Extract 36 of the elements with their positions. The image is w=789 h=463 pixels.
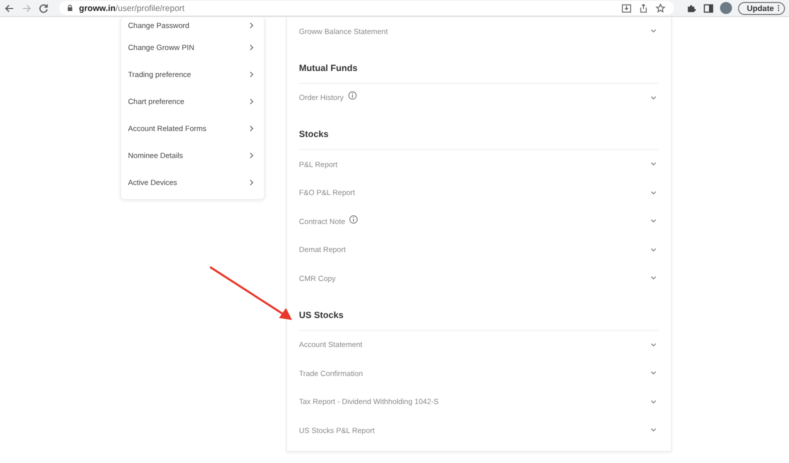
chevron-down-icon [650, 161, 657, 168]
chevron-right-icon [249, 98, 254, 105]
chevron-right-icon [249, 179, 254, 186]
chevron-down-icon [650, 190, 657, 196]
update-button[interactable]: Update [738, 2, 785, 14]
info-icon[interactable] [349, 214, 358, 224]
section-heading: Mutual Funds [299, 52, 659, 84]
chevron-right-icon [249, 125, 254, 132]
reload-icon[interactable] [38, 2, 49, 14]
lock-icon [67, 4, 73, 12]
chevron-down-icon [650, 398, 657, 405]
chevron-down-icon [650, 94, 657, 101]
chevron-down-icon [650, 370, 657, 376]
chevron-down-icon [650, 427, 657, 434]
back-icon[interactable] [4, 2, 15, 14]
chevron-right-icon [249, 22, 254, 28]
chevron-right-icon [249, 71, 254, 78]
install-icon[interactable] [620, 2, 632, 14]
chevron-down-icon [650, 342, 657, 348]
chevron-right-icon [249, 152, 254, 159]
avatar[interactable] [720, 2, 732, 14]
side-panel-icon[interactable] [702, 2, 714, 14]
puzzle-icon[interactable] [686, 2, 697, 14]
chevron-down-icon [650, 275, 657, 282]
chevron-down-icon [650, 246, 657, 253]
section-heading: US Stocks [299, 300, 659, 330]
chevron-down-icon [650, 218, 657, 224]
chevron-down-icon [650, 28, 657, 34]
address-bar[interactable]: groww.in/user/profile/report [59, 1, 674, 15]
url-text: groww.in/user/profile/report [79, 3, 184, 13]
share-icon[interactable] [638, 2, 649, 14]
section-heading: Stocks [299, 119, 659, 150]
info-icon[interactable] [348, 91, 357, 100]
star-icon[interactable] [654, 2, 666, 14]
chevron-right-icon [249, 44, 254, 51]
kebab-icon [777, 4, 780, 12]
